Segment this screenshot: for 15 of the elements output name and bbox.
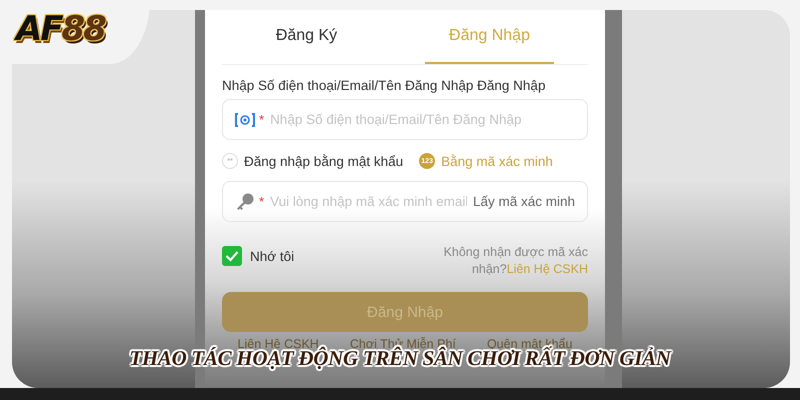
help-text: Không nhận được mã xác nhận?Liên Hệ CSKH — [442, 244, 588, 278]
tab[interactable]: Đăng Ký — [242, 10, 371, 64]
key-icon — [235, 192, 255, 212]
checkbox[interactable] — [222, 246, 242, 266]
checkbox-label: Nhớ tôi — [250, 248, 294, 264]
input-field[interactable]: Nhập Số điện thoại/Email/Tên Đăng Nhập — [268, 111, 575, 128]
required-mark: * — [259, 112, 264, 127]
tab[interactable]: Đăng Nhập — [425, 10, 554, 64]
check-icon — [225, 250, 239, 262]
field-label: Nhập Số điện thoại/Email/Tên Đăng Nhập Đăng Nhập — [222, 78, 546, 93]
required-mark: * — [259, 194, 264, 209]
account-field[interactable]: * Nhập Số điện thoại/Email/Tên Đăng Nhập — [222, 99, 588, 140]
get-code-link[interactable]: Lấy mã xác minh — [472, 194, 575, 209]
support-link[interactable]: Liên Hệ CSKH — [506, 262, 588, 276]
logo: AF88 — [16, 12, 105, 46]
